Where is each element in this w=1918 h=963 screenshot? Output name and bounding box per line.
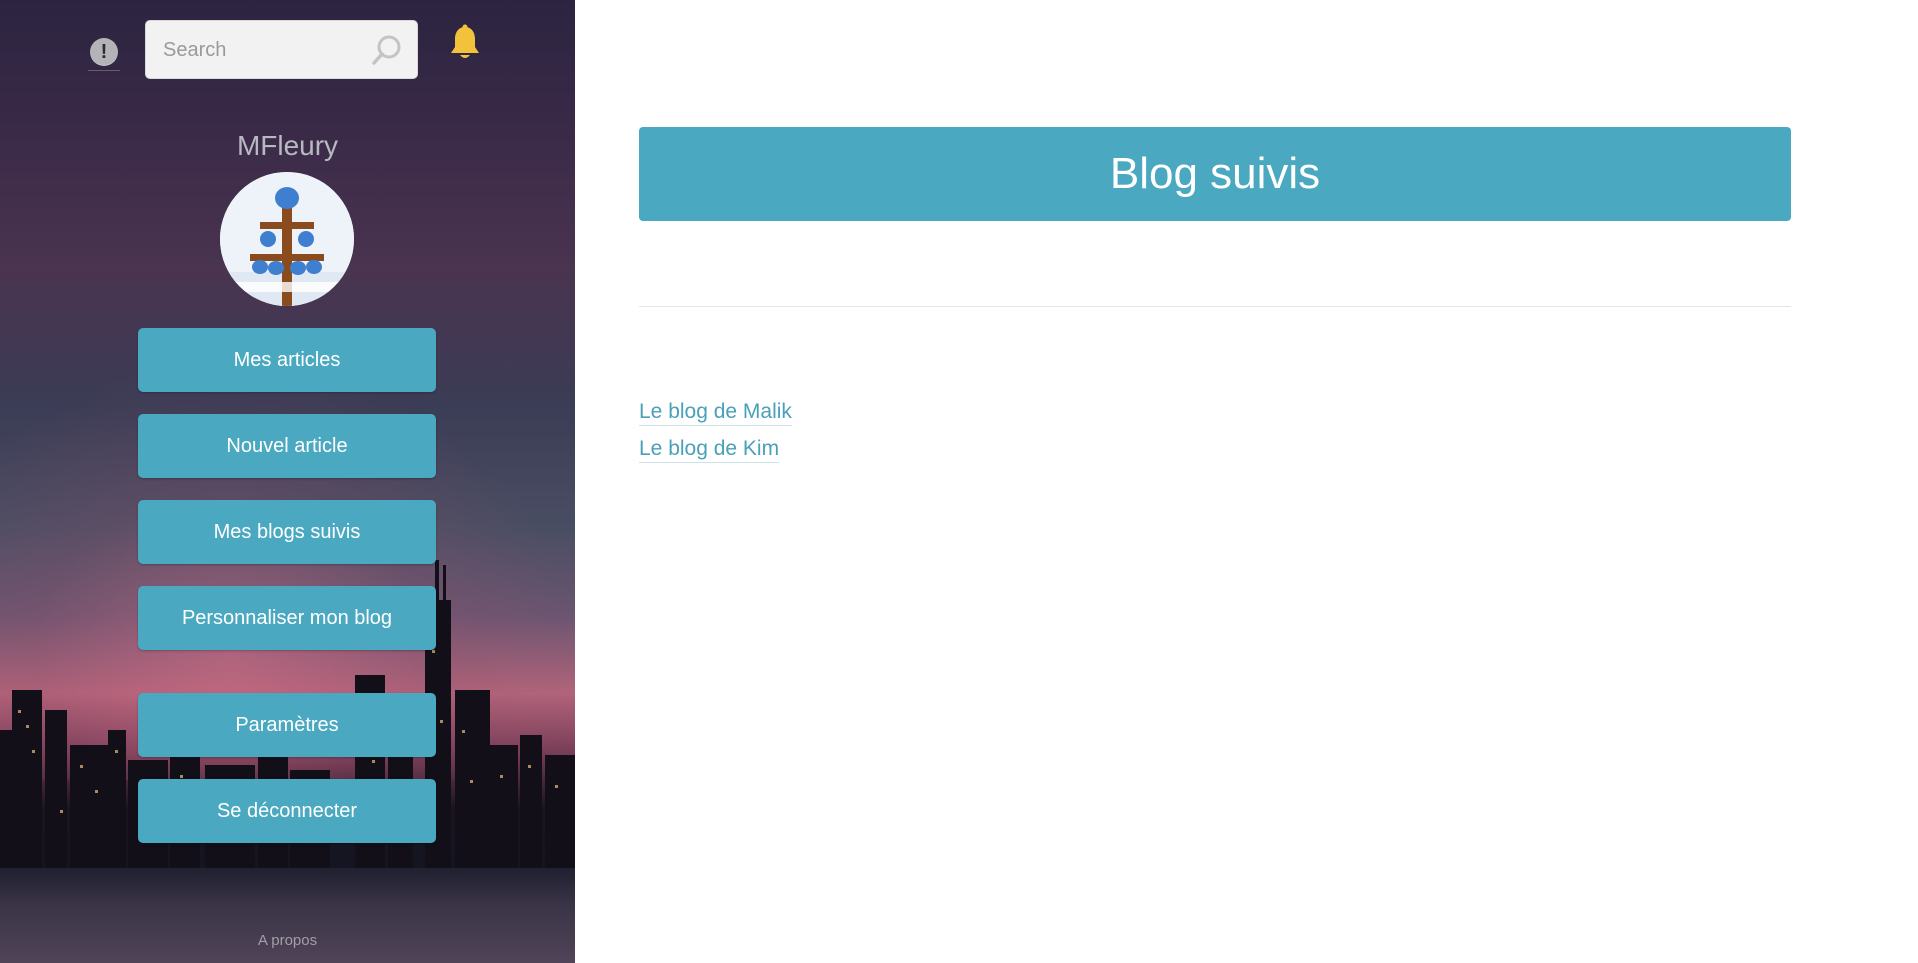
about-link[interactable]: A propos	[0, 932, 575, 949]
avatar	[220, 172, 354, 306]
sidebar: ! MFleury Mes articles	[0, 0, 575, 963]
page-title: Blog suivis	[639, 127, 1791, 221]
search-box	[145, 20, 418, 79]
nav-parametres-button[interactable]: Paramètres	[138, 693, 436, 757]
nav-mes-articles-button[interactable]: Mes articles	[138, 328, 436, 392]
divider	[639, 306, 1791, 307]
search-input[interactable]	[163, 35, 363, 65]
list-item: Le blog de Malik	[639, 399, 792, 436]
logout-button[interactable]: Se déconnecter	[138, 779, 436, 843]
blog-link-malik[interactable]: Le blog de Malik	[639, 399, 792, 426]
search-icon[interactable]	[371, 34, 403, 66]
nav-mes-blogs-suivis-button[interactable]: Mes blogs suivis	[138, 500, 436, 564]
bell-icon[interactable]	[448, 24, 482, 62]
avatar-image	[220, 172, 354, 306]
blog-link-kim[interactable]: Le blog de Kim	[639, 436, 780, 463]
followed-blogs-list: Le blog de Malik Le blog de Kim	[639, 399, 792, 473]
alert-underline	[88, 70, 120, 71]
nav-nouvel-article-button[interactable]: Nouvel article	[138, 414, 436, 478]
list-item: Le blog de Kim	[639, 436, 792, 473]
username: MFleury	[236, 130, 339, 161]
alert-icon[interactable]: !	[90, 38, 118, 66]
nav-personnaliser-blog-button[interactable]: Personnaliser mon blog	[138, 586, 436, 650]
